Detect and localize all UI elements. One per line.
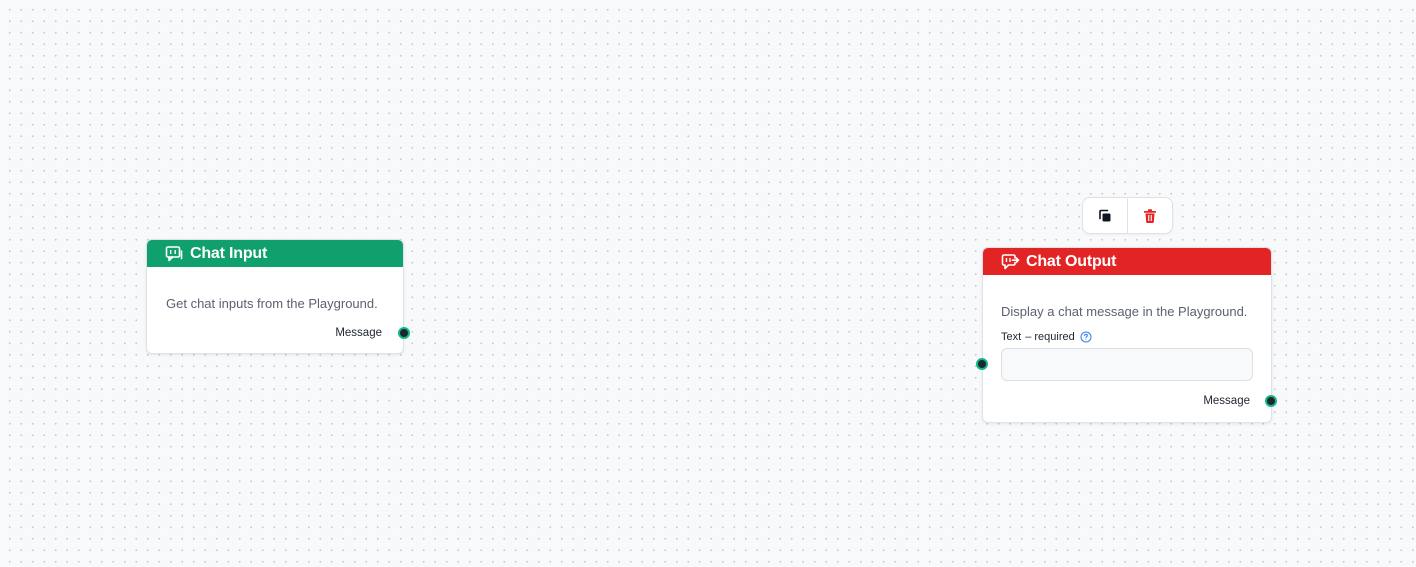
chat-input-icon [164,244,184,264]
trash-icon [1142,208,1158,224]
chat-input-description: Get chat inputs from the Playground. [166,296,378,311]
flow-canvas[interactable]: Chat Input Get chat inputs from the Play… [0,0,1416,567]
chat-input-output-handle[interactable] [398,327,410,339]
chat-input-header: Chat Input [147,240,403,267]
chat-output-description: Display a chat message in the Playground… [1001,304,1248,319]
delete-button[interactable] [1128,198,1172,233]
chat-output-node[interactable]: Chat Output Display a chat message in th… [982,247,1272,423]
chat-input-title: Chat Input [190,244,268,262]
text-field-name: Text [1001,331,1022,343]
text-input-field[interactable] [1001,348,1253,381]
chat-input-node[interactable]: Chat Input Get chat inputs from the Play… [146,239,404,354]
chat-output-title: Chat Output [1026,252,1117,270]
duplicate-button[interactable] [1083,198,1127,233]
copy-icon [1097,208,1113,224]
chat-output-input-handle[interactable] [976,358,988,370]
text-field-label: Text – required [1001,331,1092,343]
chat-output-header: Chat Output [983,248,1271,275]
chat-output-icon [1000,252,1020,272]
help-icon[interactable] [1080,331,1092,343]
node-toolbar [1082,197,1173,234]
chat-output-output-handle[interactable] [1265,395,1277,407]
chat-output-output-label: Message [1203,395,1250,407]
chat-input-output-label: Message [335,327,382,339]
required-indicator: – required [1025,331,1075,343]
